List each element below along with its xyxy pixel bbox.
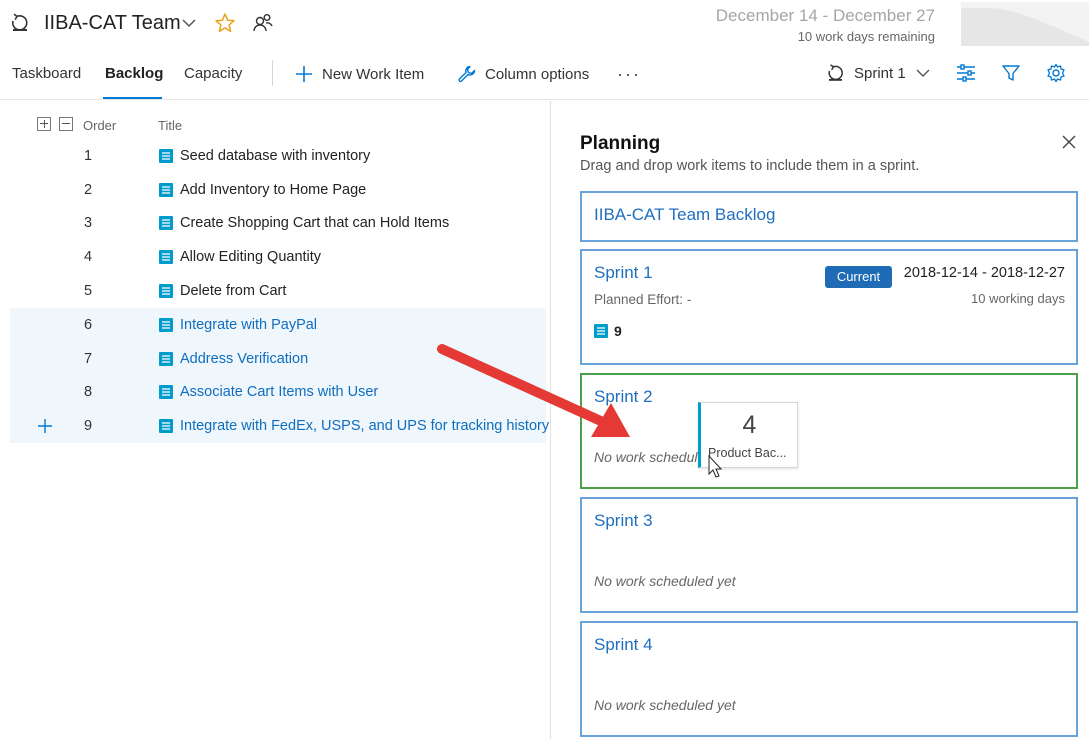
sprint-picker[interactable]: Sprint 1: [826, 63, 931, 83]
favorite-star-icon[interactable]: [214, 12, 236, 34]
row-order: 7: [84, 350, 93, 367]
tab-taskboard[interactable]: Taskboard: [12, 65, 81, 82]
add-child-plus-icon[interactable]: [38, 419, 52, 434]
team-sprint-icon: [11, 13, 28, 31]
product-backlog-item-icon: [159, 148, 173, 163]
more-actions-button[interactable]: ···: [617, 64, 641, 85]
row-title[interactable]: Integrate with PayPal: [180, 317, 317, 333]
work-days-remaining: 10 work days remaining: [797, 29, 935, 44]
sprint-dates: 2018-12-14 - 2018-12-27: [903, 265, 1065, 281]
table-row-selected[interactable]: 7 Address Verification: [10, 341, 546, 376]
row-order: 9: [84, 418, 93, 435]
product-backlog-item-icon: [159, 351, 173, 366]
row-title[interactable]: Create Shopping Cart that can Hold Items: [180, 215, 449, 231]
work-item-count: 9: [594, 323, 622, 339]
new-work-item-label: New Work Item: [322, 65, 425, 83]
close-icon[interactable]: [1061, 134, 1077, 150]
table-row-selected[interactable]: 6 Integrate with PayPal: [10, 307, 546, 342]
column-options-button[interactable]: Column options: [457, 63, 589, 85]
backlog-card-name[interactable]: IIBA-CAT Team Backlog: [594, 205, 775, 225]
row-title[interactable]: Seed database with inventory: [180, 148, 370, 164]
row-title[interactable]: Address Verification: [180, 351, 308, 367]
product-backlog-item-icon: [159, 385, 173, 400]
tab-backlog[interactable]: Backlog: [105, 65, 163, 82]
work-item-count-value: 9: [614, 323, 622, 339]
sprint-date-range: December 14 - December 27: [715, 6, 935, 25]
filter-icon[interactable]: [1001, 63, 1021, 83]
table-row[interactable]: 4 Allow Editing Quantity: [10, 240, 546, 274]
team-members-icon[interactable]: [252, 12, 274, 34]
product-backlog-item-icon: [159, 317, 173, 332]
sprint-card-3[interactable]: Sprint 3 No work scheduled yet: [580, 497, 1078, 613]
wrench-icon: [458, 65, 476, 83]
row-order: 1: [84, 147, 93, 164]
sprint-name[interactable]: Sprint 2: [594, 387, 653, 407]
column-header-order[interactable]: Order: [83, 118, 116, 133]
working-days: 10 working days: [971, 291, 1065, 306]
row-title[interactable]: Delete from Cart: [180, 283, 286, 299]
expand-all-icon[interactable]: [37, 117, 51, 131]
backlog-rows: 1 Seed database with inventory 2 Add Inv…: [10, 139, 549, 444]
product-backlog-item-icon: [159, 419, 173, 434]
row-order: 3: [84, 215, 93, 232]
sprint-card-1[interactable]: Sprint 1 Current 2018-12-14 - 2018-12-27…: [580, 249, 1078, 365]
table-row[interactable]: 3 Create Shopping Cart that can Hold Ite…: [10, 207, 546, 241]
new-work-item-button[interactable]: New Work Item: [294, 63, 424, 85]
sprint-name[interactable]: Sprint 3: [594, 511, 653, 531]
chevron-down-icon[interactable]: [181, 15, 197, 31]
view-options-icon[interactable]: [956, 63, 976, 83]
burndown-chart-thumbnail[interactable]: [961, 2, 1089, 46]
row-order: 4: [84, 249, 93, 266]
table-row[interactable]: 2 Add Inventory to Home Page: [10, 173, 546, 207]
collapse-all-icon[interactable]: [59, 117, 73, 131]
toolbar: Taskboard Backlog Capacity New Work Item…: [0, 48, 1089, 100]
settings-gear-icon[interactable]: [1046, 63, 1066, 83]
drag-ghost: 4 Product Bac...: [698, 402, 798, 468]
drag-ghost-count: 4: [742, 411, 757, 439]
row-order: 5: [84, 283, 93, 300]
table-row-selected[interactable]: 8 Associate Cart Items with User: [10, 375, 546, 410]
plus-icon: [296, 66, 312, 82]
planning-pane: Planning Drag and drop work items to inc…: [550, 101, 1089, 739]
sprint-card-4[interactable]: Sprint 4 No work scheduled yet: [580, 621, 1078, 737]
row-title[interactable]: Associate Cart Items with User: [180, 384, 378, 400]
backlog-grid: Order Title 1 Seed database with invento…: [0, 101, 550, 739]
planning-title: Planning: [580, 133, 661, 154]
chevron-down-icon: [916, 69, 930, 77]
toolbar-divider: [272, 60, 273, 86]
row-order: 2: [84, 181, 93, 198]
row-title[interactable]: Add Inventory to Home Page: [180, 182, 366, 198]
product-backlog-item-icon: [594, 324, 608, 338]
sprint-icon: [828, 64, 843, 81]
product-backlog-item-icon: [159, 216, 173, 231]
backlog-card[interactable]: IIBA-CAT Team Backlog: [580, 191, 1078, 242]
planning-subtitle: Drag and drop work items to include them…: [580, 158, 920, 174]
grid-header: Order Title: [0, 117, 550, 137]
empty-sprint-text: No work scheduled yet: [594, 573, 736, 589]
product-backlog-item-icon: [159, 182, 173, 197]
tab-capacity[interactable]: Capacity: [184, 65, 242, 82]
column-header-title[interactable]: Title: [158, 118, 182, 133]
sprint-picker-label: Sprint 1: [854, 64, 906, 82]
sprint-name[interactable]: Sprint 1: [594, 263, 653, 283]
row-title[interactable]: Integrate with FedEx, USPS, and UPS for …: [180, 418, 549, 434]
current-badge: Current: [825, 266, 892, 288]
empty-sprint-text: No work scheduled yet: [594, 697, 736, 713]
planned-effort: Planned Effort: -: [594, 292, 692, 307]
active-tab-indicator: [103, 97, 162, 99]
product-backlog-item-icon: [159, 284, 173, 299]
table-row[interactable]: 1 Seed database with inventory: [10, 139, 546, 173]
product-backlog-item-icon: [159, 250, 173, 265]
row-title[interactable]: Allow Editing Quantity: [180, 249, 321, 265]
sprint-name[interactable]: Sprint 4: [594, 635, 653, 655]
row-order: 8: [84, 384, 93, 401]
table-row[interactable]: 5 Delete from Cart: [10, 274, 546, 308]
column-options-label: Column options: [485, 65, 590, 83]
team-name[interactable]: IIBA-CAT Team: [44, 12, 181, 35]
page-header: IIBA-CAT Team December 14 - December 27 …: [0, 0, 1089, 48]
sprint-card-2[interactable]: Sprint 2 No work scheduled yet: [580, 373, 1078, 489]
drag-ghost-label: Product Bac...: [708, 446, 787, 460]
row-order: 6: [84, 316, 93, 333]
table-row-selected[interactable]: 9 Integrate with FedEx, USPS, and UPS fo…: [10, 409, 549, 444]
